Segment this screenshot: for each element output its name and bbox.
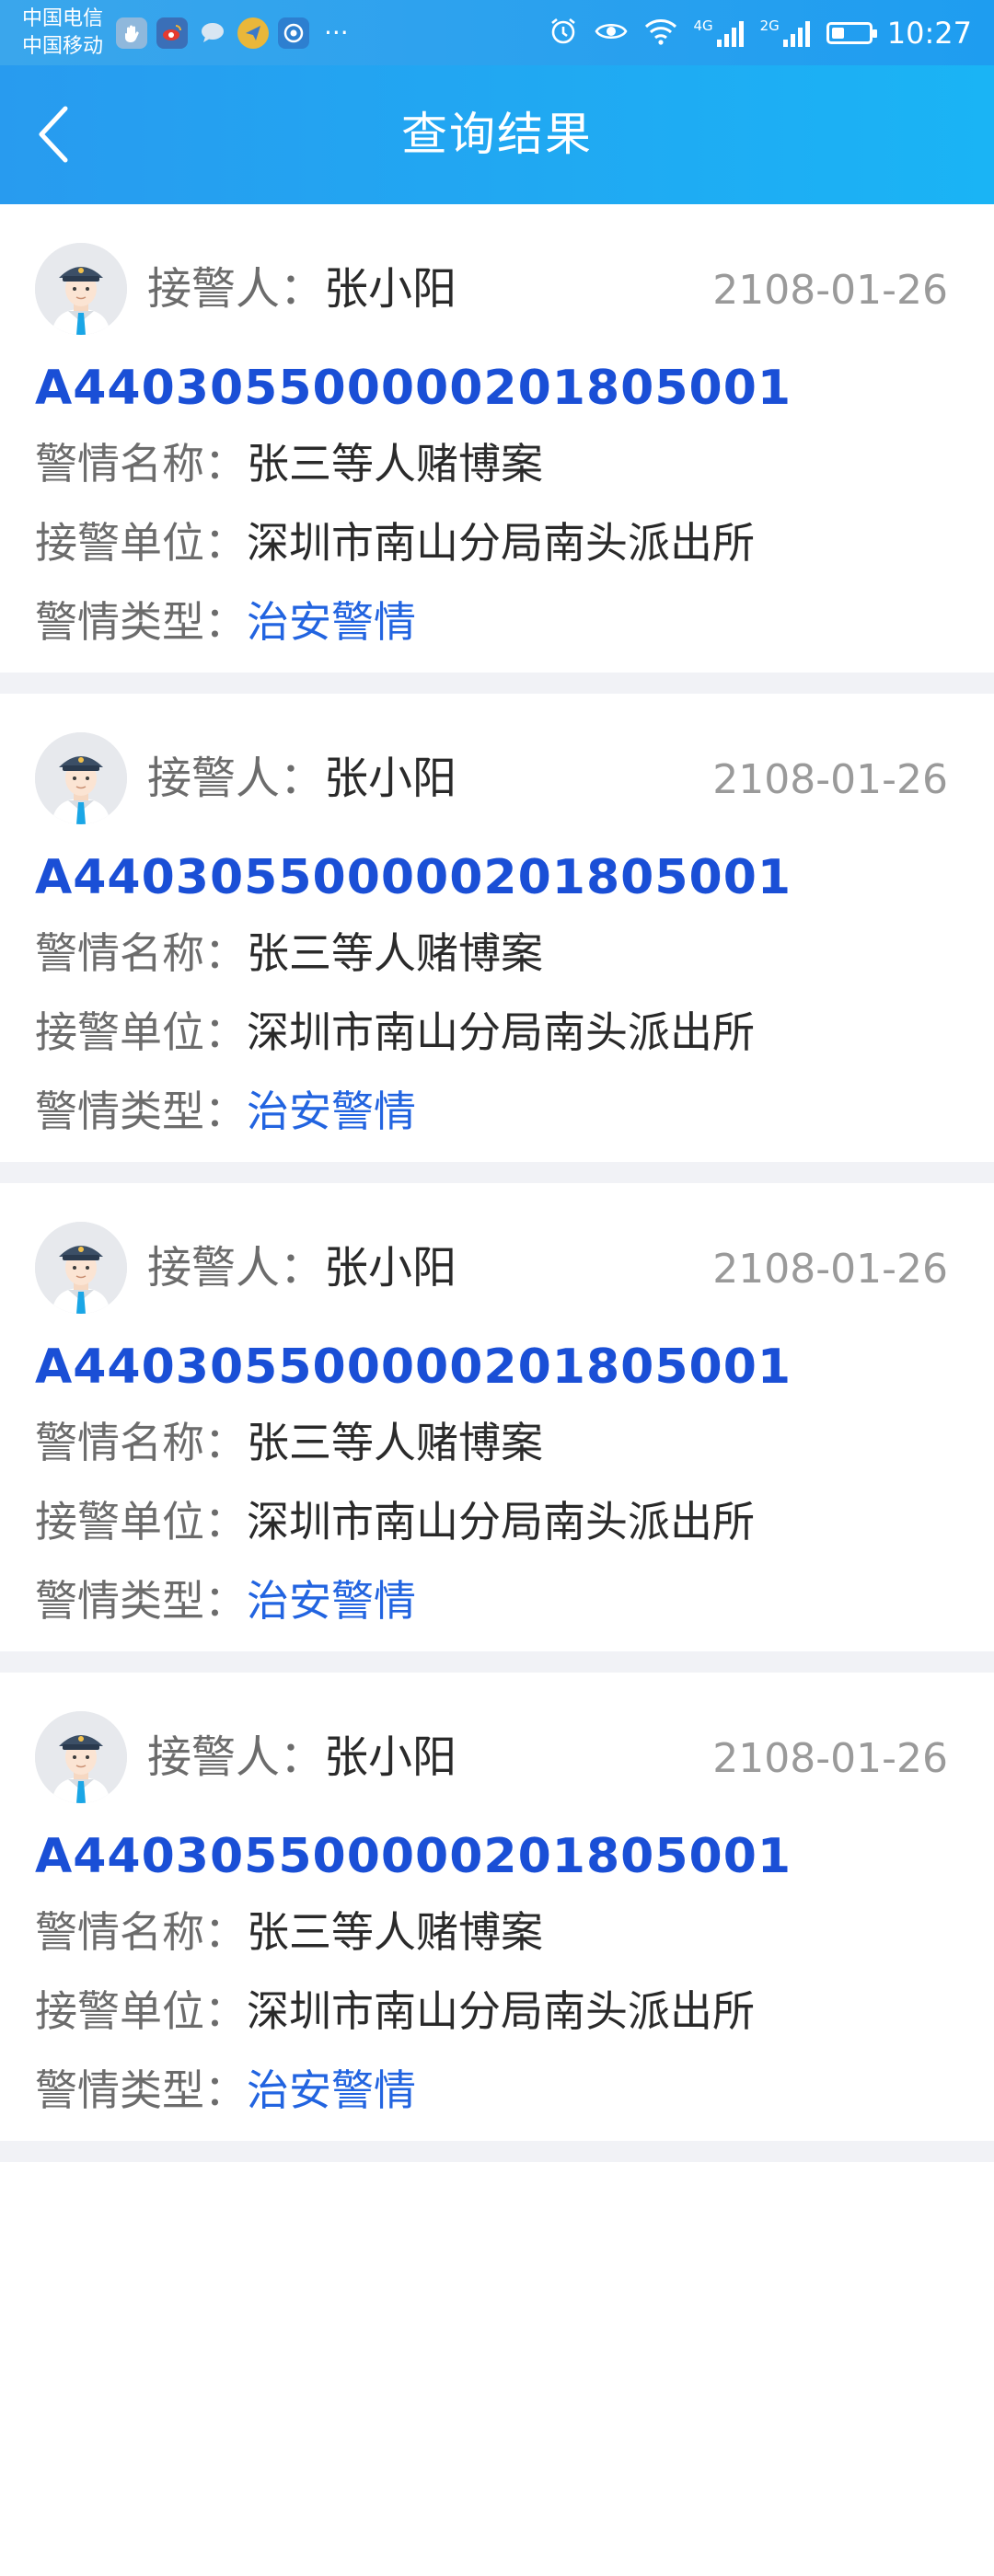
receiving-unit-label: 接警单位： xyxy=(35,1007,247,1057)
officer-row: 接警人：张小阳 xyxy=(147,749,457,808)
signal-2g-icon: 2G xyxy=(760,19,812,47)
case-number[interactable]: A440305500000201805001 xyxy=(35,1338,792,1397)
wifi-icon xyxy=(643,17,678,49)
incident-type-row: 警情类型：治安警情 xyxy=(35,2061,416,2120)
navigation-bar: 查询结果 xyxy=(0,65,994,204)
weibo-icon xyxy=(156,17,188,49)
alarm-icon xyxy=(548,16,579,51)
record-card[interactable]: 接警人：张小阳 2108-01-26 A44030550000020180500… xyxy=(0,1183,994,1673)
record-date: 2108-01-26 xyxy=(712,267,948,314)
carrier-2: 中国移动 xyxy=(22,35,104,58)
incident-name-value: 张三等人赌博案 xyxy=(247,1418,543,1467)
receiving-unit-value: 深圳市南山分局南头派出所 xyxy=(247,1007,755,1057)
incident-type-label: 警情类型： xyxy=(35,1087,247,1136)
battery-icon xyxy=(826,22,877,44)
officer-avatar xyxy=(35,1222,127,1314)
case-number[interactable]: A440305500000201805001 xyxy=(35,359,792,418)
record-card[interactable]: 接警人：张小阳 2108-01-26 A44030550000020180500… xyxy=(0,694,994,1183)
incident-name-row: 警情名称：张三等人赌博案 xyxy=(35,1413,543,1472)
chat-icon xyxy=(197,17,228,49)
incident-type-value: 治安警情 xyxy=(247,1576,416,1626)
receiving-unit-row: 接警单位：深圳市南山分局南头派出所 xyxy=(35,1982,755,2041)
officer-name: 张小阳 xyxy=(324,1242,457,1294)
officer-label: 接警人： xyxy=(147,1242,325,1294)
more-notifications: ··· xyxy=(324,17,349,48)
incident-type-label: 警情类型： xyxy=(35,2065,247,2115)
incident-type-value: 治安警情 xyxy=(247,1087,416,1136)
notification-icons: ··· xyxy=(116,17,349,50)
case-number[interactable]: A440305500000201805001 xyxy=(35,1827,792,1886)
hand-icon xyxy=(116,17,147,49)
officer-row: 接警人：张小阳 xyxy=(147,259,457,318)
incident-type-label: 警情类型： xyxy=(35,1576,247,1626)
status-time: 10:27 xyxy=(886,16,972,51)
incident-name-row: 警情名称：张三等人赌博案 xyxy=(35,924,543,983)
officer-label: 接警人： xyxy=(147,753,325,804)
officer-name: 张小阳 xyxy=(324,1731,457,1783)
officer-row: 接警人：张小阳 xyxy=(147,1238,457,1297)
record-card[interactable]: 接警人：张小阳 2108-01-26 A44030550000020180500… xyxy=(0,204,994,694)
receiving-unit-row: 接警单位：深圳市南山分局南头派出所 xyxy=(35,1003,755,1062)
incident-name-value: 张三等人赌博案 xyxy=(247,439,543,489)
incident-type-row: 警情类型：治安警情 xyxy=(35,1571,416,1630)
incident-type-label: 警情类型： xyxy=(35,597,247,647)
incident-type-row: 警情类型：治安警情 xyxy=(35,1082,416,1141)
signal-4g-icon: 4G xyxy=(693,19,745,47)
send-icon xyxy=(237,17,269,49)
officer-name: 张小阳 xyxy=(324,263,457,315)
record-date: 2108-01-26 xyxy=(712,1735,948,1782)
incident-type-value: 治安警情 xyxy=(247,2065,416,2115)
battery-level xyxy=(831,28,844,39)
system-icons: 4G 2G 10:27 xyxy=(548,13,972,53)
officer-avatar xyxy=(35,732,127,824)
incident-name-label: 警情名称： xyxy=(35,928,247,978)
receiving-unit-value: 深圳市南山分局南头派出所 xyxy=(247,1497,755,1547)
carrier-info: 中国电信 中国移动 xyxy=(22,6,103,61)
eye-icon xyxy=(594,17,629,49)
officer-row: 接警人：张小阳 xyxy=(147,1728,457,1787)
incident-name-value: 张三等人赌博案 xyxy=(247,1907,543,1957)
record-date: 2108-01-26 xyxy=(712,1246,948,1293)
officer-label: 接警人： xyxy=(147,263,325,315)
receiving-unit-label: 接警单位： xyxy=(35,518,247,568)
incident-name-label: 警情名称： xyxy=(35,1907,247,1957)
receiving-unit-value: 深圳市南山分局南头派出所 xyxy=(247,1986,755,2036)
status-bar: 中国电信 中国移动 ··· 4G 2G 10:27 xyxy=(0,0,994,65)
incident-name-value: 张三等人赌博案 xyxy=(247,928,543,978)
incident-name-label: 警情名称： xyxy=(35,1418,247,1467)
receiving-unit-value: 深圳市南山分局南头派出所 xyxy=(247,518,755,568)
receiving-unit-row: 接警单位：深圳市南山分局南头派出所 xyxy=(35,513,755,572)
record-card[interactable]: 接警人：张小阳 2108-01-26 A44030550000020180500… xyxy=(0,1673,994,2162)
receiving-unit-row: 接警单位：深圳市南山分局南头派出所 xyxy=(35,1492,755,1551)
officer-avatar xyxy=(35,243,127,335)
incident-name-label: 警情名称： xyxy=(35,439,247,489)
result-list: 接警人：张小阳 2108-01-26 A44030550000020180500… xyxy=(0,204,994,2162)
page-title: 查询结果 xyxy=(401,108,593,161)
officer-name: 张小阳 xyxy=(324,753,457,804)
officer-avatar xyxy=(35,1711,127,1803)
incident-type-value: 治安警情 xyxy=(247,597,416,647)
app-icon xyxy=(278,17,309,49)
incident-type-row: 警情类型：治安警情 xyxy=(35,592,416,651)
record-date: 2108-01-26 xyxy=(712,756,948,803)
receiving-unit-label: 接警单位： xyxy=(35,1986,247,2036)
carrier-1: 中国电信 xyxy=(22,7,104,30)
incident-name-row: 警情名称：张三等人赌博案 xyxy=(35,434,543,493)
case-number[interactable]: A440305500000201805001 xyxy=(35,848,792,907)
officer-label: 接警人： xyxy=(147,1731,325,1783)
receiving-unit-label: 接警单位： xyxy=(35,1497,247,1547)
incident-name-row: 警情名称：张三等人赌博案 xyxy=(35,1903,543,1961)
